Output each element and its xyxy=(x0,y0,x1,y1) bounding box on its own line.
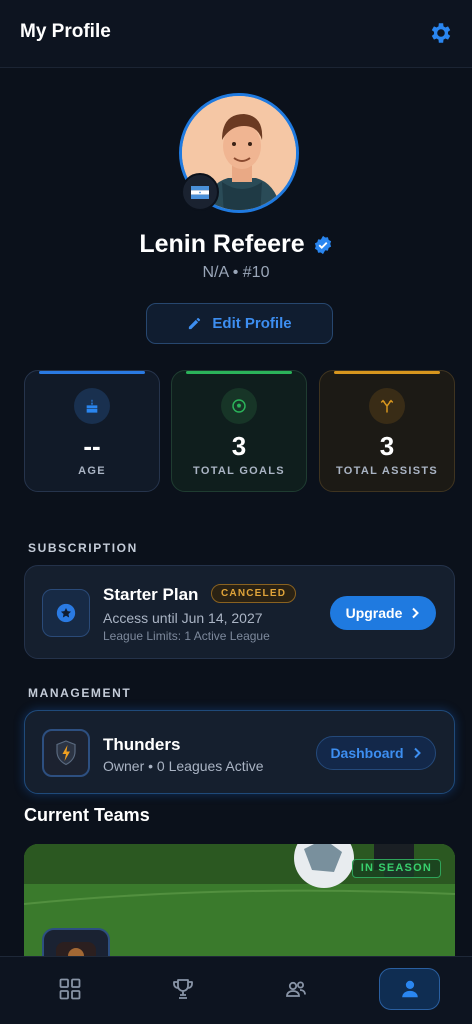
profile-subline: N/A • #10 xyxy=(202,264,270,281)
shield-lightning-icon xyxy=(56,740,76,766)
people-icon xyxy=(286,981,306,997)
edit-profile-label: Edit Profile xyxy=(212,315,292,332)
plan-limits: League Limits: 1 Active League xyxy=(103,629,270,643)
stat-label: TOTAL GOALS xyxy=(193,465,285,477)
management-card[interactable]: Thunders Owner • 0 Leagues Active Dashbo… xyxy=(24,710,455,794)
dashboard-label: Dashboard xyxy=(330,745,404,761)
in-season-badge: IN SEASON xyxy=(351,859,441,878)
chevron-right-icon xyxy=(413,747,421,759)
nav-profile[interactable] xyxy=(379,968,440,1010)
stat-label: AGE xyxy=(78,465,106,477)
plan-name: Starter Plan xyxy=(103,585,199,604)
stat-card-goals: 3 TOTAL GOALS xyxy=(171,370,307,492)
pencil-icon xyxy=(189,317,201,330)
stat-card-age: -- AGE xyxy=(24,370,160,492)
gear-icon[interactable] xyxy=(428,20,454,46)
nav-leagues[interactable] xyxy=(161,971,205,1007)
nav-dashboard[interactable] xyxy=(48,971,92,1007)
team-card[interactable]: IN SEASON xyxy=(24,844,455,974)
profile-name: Lenin Refeere xyxy=(139,230,305,258)
subscription-section-label: SUBSCRIPTION xyxy=(28,541,138,555)
stat-value: 3 xyxy=(231,431,247,461)
stat-icon-wrap xyxy=(74,388,110,424)
stat-accent-bar xyxy=(39,371,145,374)
subscription-card[interactable]: Starter Plan CANCELED Access until Jun 1… xyxy=(24,565,455,659)
upgrade-label: Upgrade xyxy=(345,605,403,621)
stat-value: 3 xyxy=(379,431,395,461)
plan-access: Access until Jun 14, 2027 xyxy=(103,610,263,626)
person-icon xyxy=(401,980,418,998)
plan-icon-box xyxy=(42,589,90,637)
cake-icon xyxy=(86,399,98,413)
upgrade-button[interactable]: Upgrade xyxy=(330,596,436,630)
stat-icon-wrap xyxy=(369,388,405,424)
stat-icon-wrap xyxy=(221,388,257,424)
stat-accent-bar xyxy=(334,371,440,374)
assist-arrows-icon xyxy=(380,399,394,413)
management-section-label: MANAGEMENT xyxy=(28,686,132,700)
stat-label: TOTAL ASSISTS xyxy=(335,465,439,477)
flag-badge xyxy=(181,173,219,211)
dashboard-button[interactable]: Dashboard xyxy=(316,736,436,770)
stat-accent-bar xyxy=(186,371,292,374)
soccer-ball-icon xyxy=(232,399,246,413)
team-detail: Owner • 0 Leagues Active xyxy=(103,758,264,774)
grid-icon xyxy=(59,978,81,1000)
status-badge: CANCELED xyxy=(211,584,297,603)
chevron-right-icon xyxy=(412,607,420,619)
star-badge-icon xyxy=(56,603,76,623)
verified-check-icon xyxy=(314,235,331,254)
team-name: Thunders xyxy=(103,735,181,754)
team-logo-box xyxy=(42,729,90,777)
page-title: My Profile xyxy=(20,21,111,42)
top-header: My Profile xyxy=(0,0,472,68)
nav-teams[interactable] xyxy=(274,971,318,1007)
bottom-nav xyxy=(0,956,472,1024)
stat-value: -- xyxy=(83,431,101,461)
current-teams-title: Current Teams xyxy=(24,805,150,825)
honduras-flag-icon xyxy=(191,185,209,199)
name-row: Lenin Refeere xyxy=(0,230,472,259)
stat-card-assists: 3 TOTAL ASSISTS xyxy=(319,370,455,492)
trophy-icon xyxy=(173,979,193,999)
edit-profile-button[interactable]: Edit Profile xyxy=(146,303,333,344)
